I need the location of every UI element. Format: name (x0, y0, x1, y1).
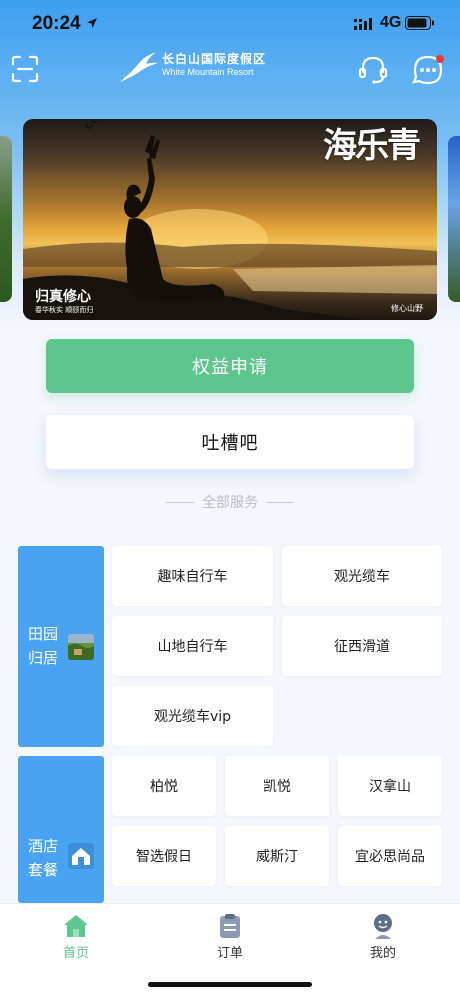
profile-icon (374, 914, 392, 939)
banner-next-slide[interactable] (448, 136, 460, 302)
service-tile[interactable]: 柏悦 (112, 756, 216, 816)
signal-icon (354, 18, 372, 30)
logo-chinese-name: 长白山国际度假区 (162, 52, 267, 66)
resort-logo: 长白山国际度假区 White Mountain Resort (118, 48, 278, 88)
garden-photo-icon (68, 634, 94, 660)
location-arrow-icon (87, 18, 97, 28)
notification-badge (436, 55, 444, 63)
divider-line-right (266, 501, 294, 503)
app-header: 长白山国际度假区 White Mountain Resort (0, 40, 460, 100)
service-tile[interactable]: 宜必思尚品 (338, 826, 442, 886)
scan-icon[interactable] (10, 54, 40, 84)
group-label: 田园归居 (28, 625, 59, 667)
order-icon (220, 914, 240, 938)
benefit-apply-button[interactable]: 权益申请 (46, 339, 414, 393)
service-tile[interactable]: 智选假日 (112, 826, 216, 886)
group-thumbnail (68, 843, 94, 869)
service-tile[interactable]: 汉拿山 (338, 756, 442, 816)
hotel-house-icon (68, 843, 94, 869)
service-tile[interactable]: 山地自行车 (112, 616, 273, 676)
message-icon[interactable] (412, 54, 444, 86)
home-indicator[interactable] (148, 982, 312, 987)
tab-profile[interactable]: 我的 (353, 912, 413, 968)
service-tile[interactable]: 趣味自行车 (112, 546, 273, 606)
banner-prev-slide[interactable] (0, 136, 12, 302)
battery-icon (405, 16, 434, 30)
tab-label: 首页 (62, 946, 89, 961)
logo-english-name: White Mountain Resort (162, 67, 254, 77)
group-label: 酒店套餐 (28, 837, 59, 879)
service-tile[interactable]: 征西滑道 (282, 616, 442, 676)
service-tile[interactable]: 凯悦 (225, 756, 329, 816)
home-icon (64, 915, 88, 937)
group-tab-hotel[interactable]: 酒店套餐 (18, 756, 104, 903)
service-tile[interactable]: 观光缆车 (282, 546, 442, 606)
network-type: 4G (380, 14, 402, 31)
service-tile[interactable]: 观光缆车vip (112, 686, 273, 746)
service-tile[interactable]: 威斯汀 (225, 826, 329, 886)
group-tab-tianyuan[interactable]: 田园归居 (18, 546, 104, 747)
section-title: 全部服务 (202, 495, 258, 511)
customer-service-icon[interactable] (357, 54, 389, 86)
banner-subtitle: 春华秋实 顺颐而归 (35, 306, 94, 314)
banner-brand-title: 海乐青 (323, 126, 421, 166)
banner-tagline: 归真修心 (35, 289, 91, 305)
status-time: 20:24 (32, 13, 81, 34)
group-thumbnail (68, 634, 94, 660)
tab-orders[interactable]: 订单 (200, 912, 260, 968)
promo-banner[interactable]: 海乐青 归真修心 春华秋实 顺颐而归 修心山野 (23, 119, 437, 320)
feedback-button[interactable]: 吐槽吧 (46, 415, 414, 469)
tab-home[interactable]: 首页 (46, 912, 106, 968)
divider-line-left (166, 501, 194, 503)
tab-label: 我的 (369, 946, 396, 961)
banner-corner-text: 修心山野 (391, 304, 423, 313)
all-services-divider: 全部服务 (0, 491, 460, 513)
tab-label: 订单 (216, 946, 243, 961)
crane-logo-icon (120, 52, 158, 82)
